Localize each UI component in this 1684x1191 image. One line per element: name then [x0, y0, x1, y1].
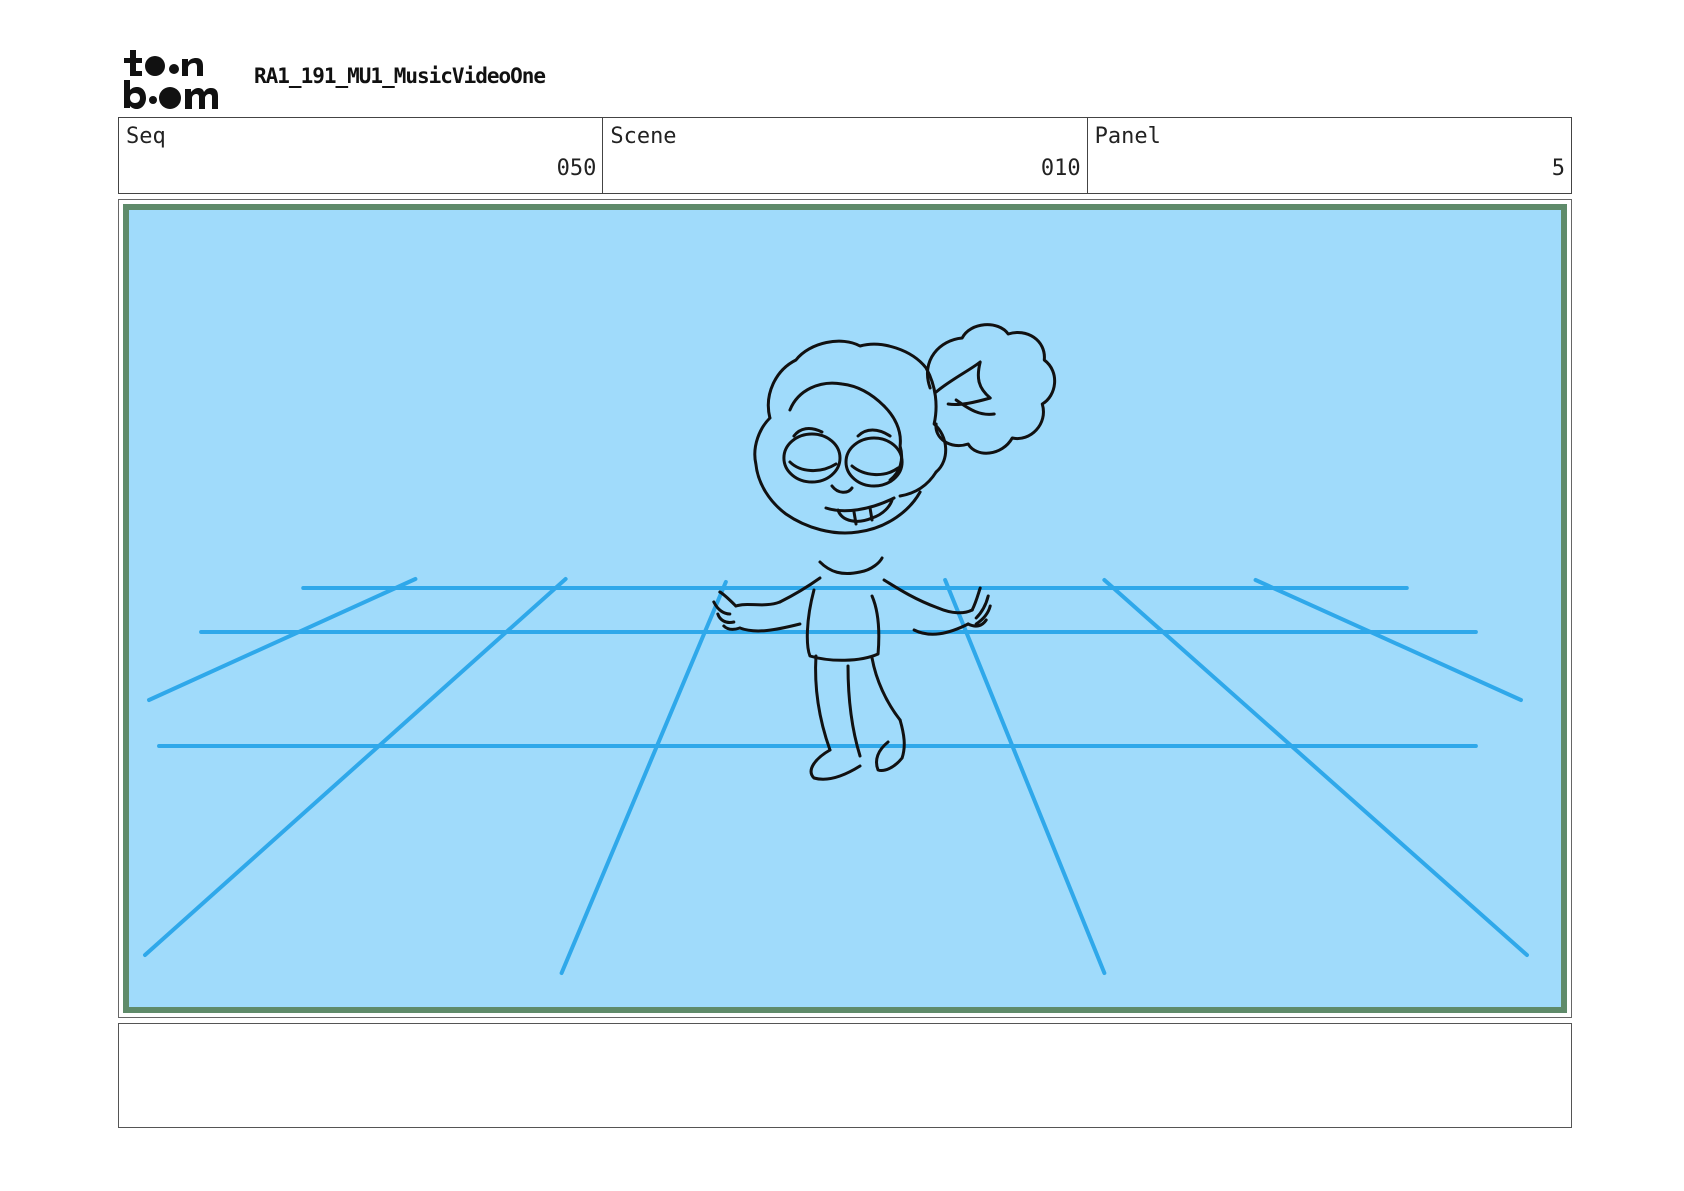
- toon-boom-logo: [124, 50, 218, 109]
- panel-info-bar: Seq 050 Scene 010 Panel 5: [118, 117, 1572, 194]
- seq-label: Seq: [126, 124, 166, 149]
- panel-drawing: [129, 210, 1561, 1007]
- panel-value: 5: [1551, 156, 1565, 181]
- panel-notes-box: [118, 1023, 1572, 1128]
- panel-cell: Panel 5: [1086, 118, 1571, 193]
- scene-label: Scene: [610, 124, 677, 149]
- panel-sketch: [143, 323, 1529, 975]
- character-sketch: [712, 323, 1057, 781]
- panel-label: Panel: [1094, 124, 1161, 149]
- scene-cell: Scene 010: [602, 118, 1086, 193]
- panel-border: [123, 204, 1567, 1013]
- seq-value: 050: [556, 156, 597, 181]
- project-title: RA1_191_MU1_MusicVideoOne: [254, 64, 546, 88]
- storyboard-panel: [118, 199, 1572, 1018]
- seq-cell: Seq 050: [119, 118, 602, 193]
- scene-value: 010: [1040, 156, 1081, 181]
